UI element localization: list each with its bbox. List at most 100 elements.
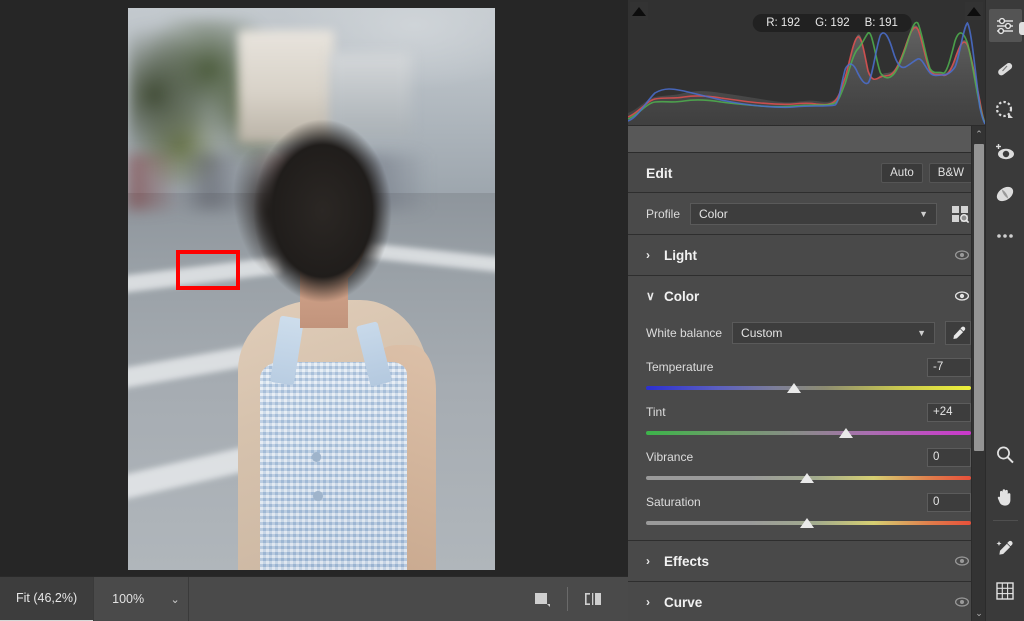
histogram-graph [628, 21, 985, 125]
panel-spacer [628, 126, 985, 153]
more-options-tool[interactable] [989, 219, 1022, 252]
divider [567, 587, 568, 611]
slider-saturation-label: Saturation [646, 495, 701, 509]
subject-hair [241, 114, 404, 329]
section-color-body: White balance Custom ▼ Temperature -7 Ti… [628, 316, 985, 540]
white-balance-select[interactable]: Custom ▼ [732, 322, 935, 344]
chevron-down-icon: ▼ [919, 208, 928, 219]
slider-vibrance-thumb[interactable] [799, 473, 814, 483]
highlight-clipping-indicator[interactable] [965, 2, 983, 20]
slider-temperature-track[interactable] [646, 381, 971, 395]
slider-vibrance: Vibrance 0 [646, 446, 971, 485]
red-selection-rectangle [176, 250, 240, 290]
subject-dress [260, 362, 407, 570]
chevron-down-icon: ▼ [917, 328, 926, 338]
edit-header: Edit Auto B&W [628, 153, 985, 193]
slider-saturation-track[interactable] [646, 516, 971, 530]
section-curve-header[interactable]: › Curve [628, 582, 985, 621]
edit-panel-scrollbar[interactable]: ⌃ ⌄ [971, 126, 985, 621]
eye-icon[interactable] [953, 246, 971, 264]
rgb-red-value: R: 192 [766, 17, 801, 29]
zoom-fit-button[interactable]: Fit (46,2%) [0, 576, 94, 621]
section-effects: › Effects [628, 541, 985, 582]
scroll-up-arrow[interactable]: ⌃ [972, 126, 986, 142]
profile-browser-icon[interactable] [947, 202, 973, 226]
slider-vibrance-label: Vibrance [646, 450, 694, 464]
healing-brush-tool[interactable] [989, 51, 1022, 84]
gradient-tool[interactable] [989, 177, 1022, 210]
edit-panel-scroll-content: Edit Auto B&W Profile Color ▼ › Light ∨ … [628, 153, 985, 621]
slider-vibrance-value[interactable]: 0 [927, 447, 971, 467]
slider-tint-value[interactable]: +24 [927, 402, 971, 422]
rgb-green-value: G: 192 [815, 17, 850, 29]
slider-temperature-gradient [646, 386, 971, 390]
edit-sliders-tool[interactable] [988, 9, 1022, 42]
grid-overlay-tool[interactable] [989, 574, 1022, 607]
eye-icon[interactable] [953, 593, 971, 611]
auto-button[interactable]: Auto [881, 162, 923, 183]
canvas-area: Fit (46,2%) 100% ⌄ [0, 0, 628, 621]
slider-temperature-label: Temperature [646, 360, 714, 374]
slider-saturation: Saturation 0 [646, 491, 971, 530]
slider-temperature: Temperature -7 [646, 356, 971, 395]
section-color-header[interactable]: ∨ Color [628, 276, 985, 316]
slider-tint-label: Tint [646, 405, 666, 419]
eyedropper-tool[interactable] [989, 532, 1022, 565]
section-light: › Light [628, 235, 985, 276]
white-balance-eyedropper[interactable] [945, 321, 971, 345]
section-curve-title: Curve [664, 594, 703, 610]
chevron-right-icon: › [646, 595, 650, 609]
zoom-tool[interactable] [989, 438, 1022, 471]
slider-vibrance-track[interactable] [646, 471, 971, 485]
slider-saturation-thumb[interactable] [799, 518, 814, 528]
panel-collapse-handle[interactable] [1019, 22, 1024, 35]
white-balance-label: White balance [646, 326, 723, 340]
chevron-down-icon[interactable]: ⌄ [162, 576, 189, 621]
bw-button[interactable]: B&W [928, 162, 973, 183]
page-title: Edit [646, 164, 673, 181]
rgb-blue-value: B: 191 [864, 17, 898, 29]
profile-select[interactable]: Color ▼ [690, 202, 937, 225]
color-sliders: Temperature -7 Tint +24 Vibrance 0 Saturation 0 [646, 356, 971, 530]
profile-label: Profile [646, 206, 681, 221]
eye-icon[interactable] [953, 552, 971, 570]
rgb-readout: R: 192 G: 192 B: 191 [752, 14, 912, 32]
section-effects-header[interactable]: › Effects [628, 541, 985, 581]
section-light-header[interactable]: › Light [628, 235, 985, 275]
scroll-down-arrow[interactable]: ⌄ [972, 605, 986, 621]
profile-row: Profile Color ▼ [628, 193, 985, 235]
slider-tint-thumb[interactable] [838, 428, 853, 438]
slider-saturation-value[interactable]: 0 [927, 492, 971, 512]
before-after-view-icon[interactable] [576, 583, 610, 615]
edit-panel: R: 192 G: 192 B: 191 Edit Auto B&W Profi… [628, 0, 985, 621]
red-eye-tool[interactable] [989, 135, 1022, 168]
divider [188, 576, 190, 621]
slider-temperature-thumb[interactable] [786, 383, 801, 393]
chevron-right-icon: › [646, 554, 650, 568]
photo-editor-window: Fit (46,2%) 100% ⌄ R: 192 G: 192 B: 191 … [0, 0, 1024, 621]
profile-selected-value: Color [699, 206, 728, 221]
dress-button [311, 451, 322, 462]
masking-tool[interactable] [989, 93, 1022, 126]
eye-icon[interactable] [953, 287, 971, 305]
section-color-title: Color [664, 288, 700, 304]
slider-tint: Tint +24 [646, 401, 971, 440]
zoom-100-button[interactable]: 100% [94, 576, 163, 621]
hand-tool[interactable] [989, 480, 1022, 513]
shadow-clipping-indicator[interactable] [630, 2, 648, 20]
status-bar: Fit (46,2%) 100% ⌄ [0, 576, 628, 621]
tool-rail [985, 0, 1024, 621]
single-view-icon[interactable] [525, 583, 559, 615]
slider-tint-track[interactable] [646, 426, 971, 440]
slider-tint-gradient [646, 431, 971, 435]
section-effects-title: Effects [664, 553, 710, 569]
view-mode-buttons [525, 583, 628, 615]
section-color: ∨ Color White balance Custom ▼ Temperatu… [628, 276, 985, 541]
divider [992, 520, 1018, 521]
section-curve: › Curve [628, 582, 985, 621]
histogram-panel[interactable]: R: 192 G: 192 B: 191 [628, 0, 985, 126]
slider-temperature-value[interactable]: -7 [927, 357, 971, 377]
chevron-down-icon: ∨ [646, 289, 655, 303]
scrollbar-thumb[interactable] [974, 144, 984, 451]
white-balance-value: Custom [741, 326, 783, 340]
